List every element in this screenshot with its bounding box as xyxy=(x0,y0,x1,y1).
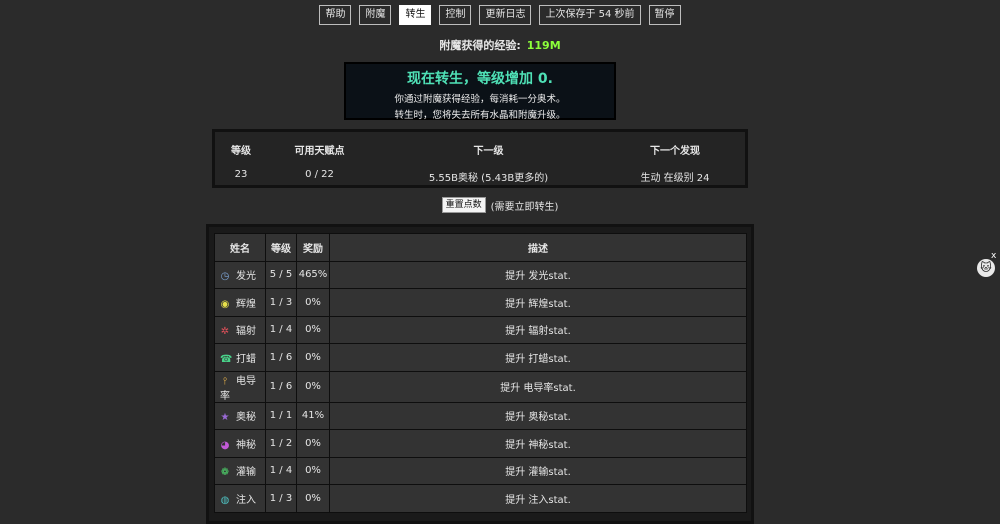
col-header-name: 姓名 xyxy=(214,233,266,262)
talent-bonus: 0% xyxy=(296,343,330,372)
talent-bonus: 0% xyxy=(296,429,330,458)
rebirth-title[interactable]: 现在转生，等级增加 0. xyxy=(346,68,614,88)
radiance-icon: ◉ xyxy=(220,298,230,310)
talent-description: 提升 灌输stat. xyxy=(329,456,747,485)
nav-button-5[interactable]: 上次保存于 54 秒前 xyxy=(539,5,641,25)
talent-description: 提升 注入stat. xyxy=(329,484,747,513)
rebirth-summary: 等级 可用天赋点 下一级 下一个发现 23 0 / 22 5.55B奥秘 (5.… xyxy=(212,129,748,188)
talent-level: 1 / 4 xyxy=(265,456,297,485)
nav-button-1[interactable]: 附魔 xyxy=(359,5,392,25)
talent-name: 发光 xyxy=(236,271,256,283)
summary-header-level: 等级 xyxy=(231,146,251,157)
talent-level: 1 / 3 xyxy=(265,484,297,513)
talent-name-cell: ⫯ 电导率 xyxy=(214,370,266,403)
col-header-description: 描述 xyxy=(329,233,747,262)
table-row[interactable]: ◕ 神秘 1 / 2 0% 提升 神秘stat. xyxy=(214,429,747,458)
talent-name: 打蜡 xyxy=(236,353,256,365)
enchant-exp-label: 附魔获得的经验: xyxy=(439,39,521,52)
nav-button-4[interactable]: 更新日志 xyxy=(479,5,532,25)
summary-header-points: 可用天赋点 xyxy=(294,146,345,157)
col-header-bonus: 奖励 xyxy=(296,233,330,262)
talent-name: 辉煌 xyxy=(236,298,256,310)
github-cat-icon[interactable]: 🐱 xyxy=(977,259,995,277)
talent-description: 提升 打蜡stat. xyxy=(329,343,747,372)
talent-description: 提升 辉煌stat. xyxy=(329,288,747,317)
talent-description: 提升 电导率stat. xyxy=(329,370,747,403)
talent-name-cell: ◕ 神秘 xyxy=(214,429,266,458)
close-icon[interactable]: x xyxy=(991,251,996,261)
table-row[interactable]: ◷ 发光 5 / 5 465% 提升 发光stat. xyxy=(214,260,747,289)
talent-name-cell: ❁ 灌输 xyxy=(214,456,266,485)
table-row[interactable]: ★ 奥秘 1 / 1 41% 提升 奥秘stat. xyxy=(214,401,747,430)
summary-next-discovery-value: 生动 在级别 24 xyxy=(640,173,710,184)
radiation-icon: ✲ xyxy=(220,326,230,338)
col-header-level: 等级 xyxy=(265,233,297,262)
talent-table-panel: 姓名 等级 奖励 描述 ◷ 发光 5 / 5 465% 提升 发光stat. ◉ 辉煌 1 /… xyxy=(206,224,754,524)
reset-row: 重置点数 (需要立即转生) xyxy=(0,197,1000,213)
enchant-exp-display: 附魔获得的经验: 119M xyxy=(0,37,1000,53)
talent-name: 灌输 xyxy=(236,467,256,479)
talent-name-cell: ☎ 打蜡 xyxy=(214,343,266,372)
rebirth-desc-2: 转生时，您将失去所有水晶和附魔升级。 xyxy=(394,110,566,121)
rebirth-panel[interactable]: 现在转生，等级增加 0. 你通过附魔获得经验，每消耗一分奥术。 转生时，您将失去… xyxy=(344,62,616,121)
talent-level: 1 / 3 xyxy=(265,288,297,317)
talent-bonus: 0% xyxy=(296,288,330,317)
talent-description: 提升 发光stat. xyxy=(329,260,747,289)
arcane-icon: ★ xyxy=(220,412,230,424)
nav-button-6[interactable]: 暂停 xyxy=(648,5,681,25)
infusion-swirl-icon: ❁ xyxy=(220,467,230,479)
table-row[interactable]: ❁ 灌输 1 / 4 0% 提升 灌输stat. xyxy=(214,456,747,485)
mystic-icon: ◕ xyxy=(220,439,230,451)
talent-name-cell: ★ 奥秘 xyxy=(214,401,266,430)
talent-bonus: 41% xyxy=(296,401,330,430)
talent-name-cell: ◷ 发光 xyxy=(214,260,266,289)
nav-button-3[interactable]: 控制 xyxy=(439,5,472,25)
talent-level: 1 / 6 xyxy=(265,370,297,403)
summary-header-next-discovery: 下一个发现 xyxy=(650,146,700,157)
talent-name-cell: ✲ 辐射 xyxy=(214,315,266,344)
summary-level-value: 23 xyxy=(234,169,248,180)
top-nav: 帮助 附魔 转生 控制 更新日志 上次保存于 54 秒前 暂停 xyxy=(0,5,1000,25)
table-row[interactable]: ◉ 辉煌 1 / 3 0% 提升 辉煌stat. xyxy=(214,288,747,317)
talent-name: 神秘 xyxy=(236,439,256,451)
table-row[interactable]: ☎ 打蜡 1 / 6 0% 提升 打蜡stat. xyxy=(214,343,747,372)
talent-description: 提升 辐射stat. xyxy=(329,315,747,344)
reset-note: (需要立即转生) xyxy=(490,201,559,213)
talent-level: 1 / 2 xyxy=(265,429,297,458)
talent-name-cell: ◍ 注入 xyxy=(214,484,266,513)
table-row[interactable]: ✲ 辐射 1 / 4 0% 提升 辐射stat. xyxy=(214,315,747,344)
summary-header-next-level: 下一级 xyxy=(473,146,504,157)
glow-icon: ◷ xyxy=(220,271,230,283)
talent-bonus: 0% xyxy=(296,484,330,513)
talent-level: 5 / 5 xyxy=(265,260,297,289)
talent-bonus: 0% xyxy=(296,456,330,485)
nav-button-0[interactable]: 帮助 xyxy=(319,5,352,25)
talent-level: 1 / 4 xyxy=(265,315,297,344)
talent-name-cell: ◉ 辉煌 xyxy=(214,288,266,317)
conductivity-icon: ⫯ xyxy=(222,375,228,387)
talent-bonus: 0% xyxy=(296,315,330,344)
talent-table: 姓名 等级 奖励 描述 ◷ 发光 5 / 5 465% 提升 发光stat. ◉ 辉煌 1 /… xyxy=(214,233,747,513)
inject-icon: ◍ xyxy=(220,494,230,506)
rebirth-desc-1: 你通过附魔获得经验，每消耗一分奥术。 xyxy=(394,94,566,105)
enchant-exp-value: 119M xyxy=(526,39,561,52)
talent-name: 注入 xyxy=(236,494,256,506)
talent-bonus: 465% xyxy=(296,260,330,289)
talent-level: 1 / 6 xyxy=(265,343,297,372)
talent-name: 辐射 xyxy=(236,326,256,338)
table-row[interactable]: ⫯ 电导率 1 / 6 0% 提升 电导率stat. xyxy=(214,370,747,403)
summary-points-value: 0 / 22 xyxy=(305,169,334,180)
talent-level: 1 / 1 xyxy=(265,401,297,430)
talent-description: 提升 奥秘stat. xyxy=(329,401,747,430)
table-row[interactable]: ◍ 注入 1 / 3 0% 提升 注入stat. xyxy=(214,484,747,513)
nav-button-2[interactable]: 转生 xyxy=(399,5,432,25)
talent-bonus: 0% xyxy=(296,370,330,403)
talent-description: 提升 神秘stat. xyxy=(329,429,747,458)
reset-points-button[interactable]: 重置点数 xyxy=(441,197,486,213)
summary-next-level-value: 5.55B奥秘 (5.43B更多的) xyxy=(428,173,549,184)
yawn-icon: ☎ xyxy=(220,353,233,365)
talent-name: 奥秘 xyxy=(236,412,256,424)
